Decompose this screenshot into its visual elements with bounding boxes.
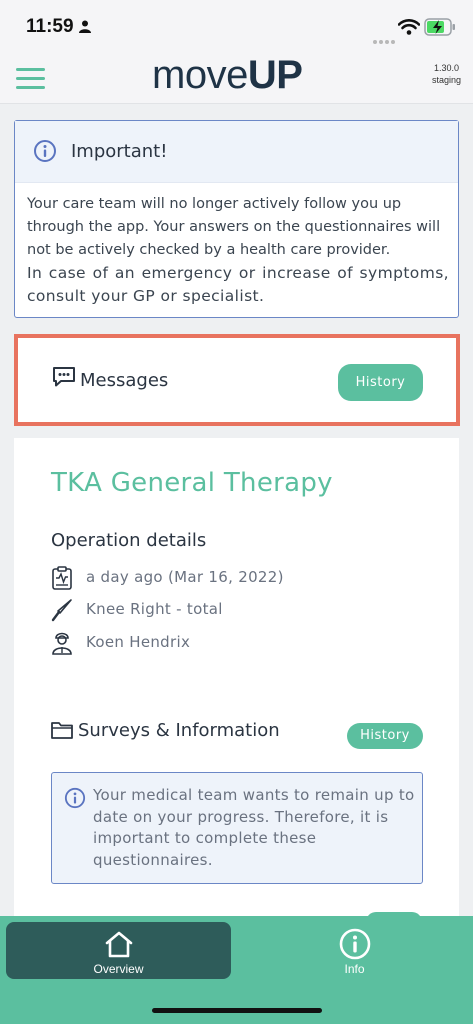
therapy-card: TKA General Therapy Operation details a … — [14, 438, 459, 928]
home-icon — [105, 931, 133, 958]
info-icon — [64, 787, 86, 809]
info-circle-icon — [339, 928, 371, 960]
messages-title: Messages — [80, 370, 169, 391]
nav-tab-info[interactable]: Info — [242, 922, 467, 979]
messages-history-button[interactable]: History — [338, 364, 423, 401]
important-message: Your care team will no longer actively f… — [27, 196, 441, 258]
bottom-nav: Overview Info — [0, 916, 473, 1024]
surveys-title: Surveys & Information — [78, 720, 280, 741]
folder-icon — [51, 722, 73, 739]
wifi-icon — [398, 19, 420, 35]
menu-icon[interactable] — [16, 68, 45, 90]
app-logo: moveUP — [152, 53, 303, 98]
therapy-title: TKA General Therapy — [51, 468, 333, 498]
operation-procedure: Knee Right - total — [86, 600, 223, 618]
version-info: 1.30.0 staging — [432, 62, 461, 86]
person-icon — [79, 20, 91, 33]
nav-tab-overview[interactable]: Overview — [6, 922, 231, 979]
chat-bubble-icon — [53, 367, 75, 387]
clipboard-icon — [52, 566, 72, 590]
scalpel-icon — [51, 599, 72, 622]
surveys-notice: Your medical team wants to remain up to … — [51, 772, 423, 884]
important-emphasis: In case of an emergency or increase of s… — [27, 264, 449, 305]
surveys-notice-text: Your medical team wants to remain up to … — [93, 786, 415, 869]
signal-dots-icon — [373, 29, 397, 48]
operation-surgeon: Koen Hendrix — [86, 633, 191, 651]
info-icon — [34, 140, 56, 162]
important-title: Important! — [71, 141, 168, 162]
important-header: Important! — [15, 121, 458, 183]
status-time: 11:59 — [26, 16, 74, 37]
important-body: Your care team will no longer actively f… — [27, 193, 449, 308]
surveys-history-button[interactable]: History — [347, 723, 423, 749]
logo-text-bold: UP — [247, 53, 303, 97]
operation-date: a day ago (Mar 16, 2022) — [86, 568, 284, 586]
nav-label-info: Info — [344, 962, 365, 976]
logo-text-light: move — [152, 53, 248, 97]
home-indicator[interactable] — [152, 1008, 322, 1013]
nav-label-overview: Overview — [93, 962, 144, 976]
doctor-icon — [52, 632, 72, 655]
important-notice: Important! Your care team will no longer… — [14, 120, 459, 318]
environment-label: staging — [431, 75, 461, 85]
version-number: 1.30.0 — [433, 63, 459, 73]
app-header: moveUP 1.30.0 staging — [0, 52, 473, 104]
messages-card[interactable]: Messages History — [14, 334, 460, 426]
battery-charging-icon — [424, 18, 455, 36]
status-bar: 11:59 — [0, 0, 473, 52]
operation-details-title: Operation details — [51, 530, 207, 551]
